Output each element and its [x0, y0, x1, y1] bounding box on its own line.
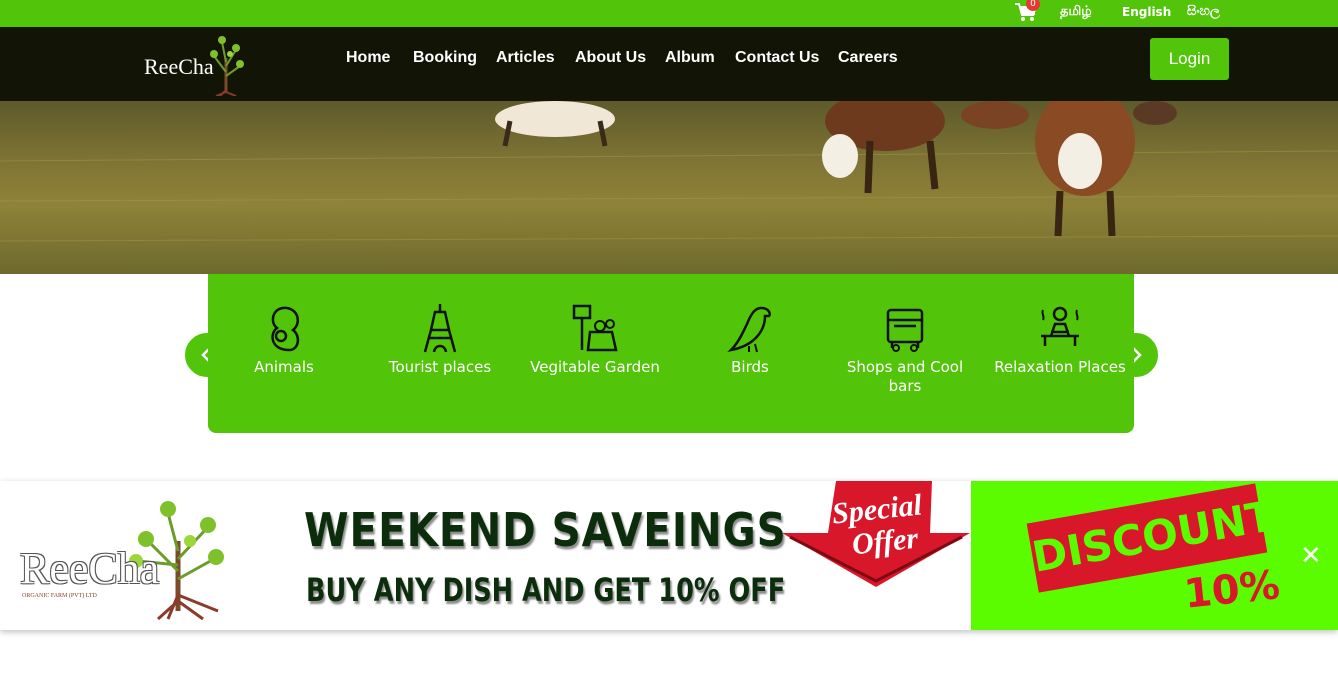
category-label: Shops and Cool bars [846, 358, 964, 395]
special-offer-line2: Offer [850, 521, 920, 562]
close-banner-icon[interactable]: ✕ [1300, 543, 1322, 569]
discount-value: 10% [1181, 562, 1282, 618]
discount-panel: DISCOUNT 10% [971, 481, 1338, 630]
language-english-link[interactable]: English [1122, 5, 1171, 19]
category-label: Relaxation Places [994, 358, 1126, 376]
logo-text: ReeCha [144, 54, 214, 79]
site-logo[interactable]: ReeCha [140, 32, 250, 97]
category-shops-cool-bars[interactable]: Shops and Cool bars [830, 302, 980, 396]
category-tourist-places[interactable]: Tourist places [365, 302, 515, 377]
promo-headline: WEEKEND SAVEINGS [304, 503, 787, 557]
category-label: Tourist places [388, 358, 492, 376]
eiffel-tower-icon [423, 304, 457, 353]
category-label: Vegitable Garden [530, 358, 660, 376]
garden-icon [572, 304, 618, 352]
promo-banner: ReeCha ORGANIC FARM (PVT) LTD WEEKEND SA… [0, 481, 1338, 630]
banner-logo-text: ReeCha [20, 544, 160, 593]
nav-about-us[interactable]: About Us [575, 49, 646, 67]
nav-contact-us[interactable]: Contact Us [735, 49, 819, 67]
shop-cart-icon [886, 308, 924, 352]
nav-careers[interactable]: Careers [838, 49, 898, 67]
hero-pasture-image [0, 101, 1338, 274]
banner-logo: ReeCha ORGANIC FARM (PVT) LTD [18, 491, 233, 621]
special-offer-badge: Special Offer [780, 481, 972, 589]
language-sinhala-link[interactable]: සිංහල [1187, 4, 1220, 19]
category-label: Birds [731, 358, 769, 376]
nav-booking[interactable]: Booking [413, 49, 477, 67]
category-animals[interactable]: Animals [209, 302, 359, 377]
cows-grazing-illustration [0, 101, 1338, 242]
category-carousel: Animals Tourist places Vegitable Garden … [208, 274, 1134, 433]
category-birds[interactable]: Birds [675, 302, 825, 377]
main-navbar: ReeCha Home Booking Articles About Us Al… [0, 27, 1338, 101]
top-language-bar: 0 தமிழ் English සිංහල [0, 0, 1338, 27]
bird-icon [727, 306, 771, 353]
language-tamil-link[interactable]: தமிழ் [1060, 4, 1092, 20]
banner-logo-subtext: ORGANIC FARM (PVT) LTD [22, 593, 97, 599]
nav-articles[interactable]: Articles [496, 49, 555, 67]
squirrel-icon [271, 306, 300, 352]
promo-subline: BUY ANY DISH AND GET 10% OFF [306, 571, 786, 609]
login-button[interactable]: Login [1150, 38, 1229, 80]
category-relaxation-places[interactable]: Relaxation Places [985, 302, 1135, 377]
relaxation-icon [1041, 306, 1079, 346]
nav-album[interactable]: Album [665, 49, 715, 67]
category-vegetable-garden[interactable]: Vegitable Garden [520, 302, 670, 377]
nav-home[interactable]: Home [346, 49, 390, 67]
category-label: Animals [254, 358, 314, 376]
